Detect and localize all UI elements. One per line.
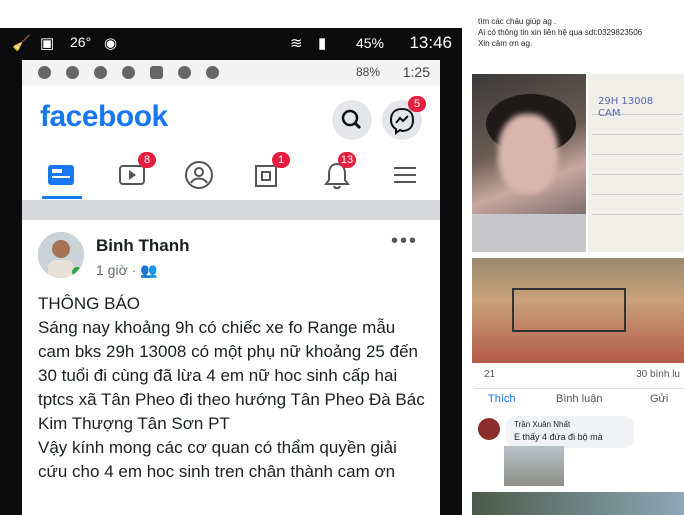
- share-button[interactable]: Gửi: [650, 393, 668, 405]
- image-icon: ▣: [40, 35, 55, 52]
- post-text: THÔNG BÁO Sáng nay khoảng 9h có chiếc xe…: [38, 294, 425, 481]
- chrome-icon: [66, 66, 79, 79]
- comment-photo[interactable]: [504, 446, 564, 486]
- post-options-button[interactable]: •••: [391, 230, 418, 253]
- active-tab-indicator: [42, 196, 82, 199]
- facebook-tab-bar: 8 1 13: [22, 148, 440, 200]
- shared-post-screenshot: tìm các cháu giúp ag . Ai có thông tin x…: [468, 0, 684, 515]
- hamburger-menu-icon: [394, 167, 416, 183]
- tab-watch[interactable]: 8: [116, 152, 156, 192]
- messenger-badge: 5: [408, 96, 426, 112]
- comment-count[interactable]: 30 bình lu: [636, 369, 680, 380]
- friends-audience-icon: 👥: [140, 262, 158, 278]
- avatar-photo: [38, 232, 84, 278]
- target-icon: ◉: [104, 35, 118, 52]
- feed-separator: [22, 200, 440, 220]
- comment-button[interactable]: Bình luận: [556, 393, 602, 405]
- pages-badge: 1: [272, 152, 290, 168]
- chrome-icon: [178, 66, 191, 79]
- shared-text-line: Ai có thông tin xin liên hệ qua sdt:0329…: [478, 28, 643, 37]
- clock: 13:46: [409, 33, 452, 52]
- commenter-name[interactable]: Trần Xuân Nhất: [514, 420, 570, 429]
- news-feed-icon: [48, 165, 74, 185]
- wifi-icon: ≋: [290, 35, 303, 52]
- handwritten-note: 29H 13008 CAM: [598, 96, 654, 119]
- facebook-logo[interactable]: facebook: [40, 100, 168, 134]
- shared-text-line: tìm các cháu giúp ag .: [478, 17, 557, 26]
- commenter-avatar[interactable]: [478, 418, 500, 440]
- tab-news-feed[interactable]: [44, 158, 78, 192]
- inner-battery-percent: 88%: [355, 65, 380, 79]
- notification-icon: [38, 66, 51, 79]
- search-icon: [341, 109, 362, 130]
- battery-percent: 45%: [355, 35, 384, 51]
- feed-post: Binh Thanh 1 giờ · 👥 ••• THÔNG BÁO Sáng …: [22, 220, 440, 515]
- reaction-stats: 21 30 bình lu: [474, 366, 684, 386]
- broom-icon: 🧹: [12, 35, 31, 52]
- inner-clock: 1:25: [402, 64, 430, 80]
- youtube-icon: [150, 66, 163, 79]
- post-actions-bar: Thích Bình luận Gửi: [474, 388, 684, 409]
- outer-status-bar: 🧹 ▣ 26° ◉ ≋ ▮ 45% 13:46: [0, 28, 462, 58]
- shared-text-line: Xin cảm ơn ag.: [478, 39, 533, 48]
- tab-pages[interactable]: 1: [250, 152, 290, 192]
- video-badge: 8: [138, 152, 156, 168]
- comment-text: E thấy 4 đứa đi bộ mà: [514, 432, 603, 442]
- post-time-label: 1 giờ ·: [96, 262, 141, 278]
- bottom-photo[interactable]: [472, 492, 684, 515]
- tab-profile[interactable]: [182, 158, 216, 192]
- girl-photo-blurred[interactable]: [472, 74, 586, 252]
- tab-notifications[interactable]: 13: [320, 152, 356, 192]
- avatar[interactable]: [38, 232, 84, 278]
- temperature-label: 26°: [70, 34, 92, 50]
- tab-menu[interactable]: [388, 158, 422, 192]
- comment-bubble: Trần Xuân Nhất E thấy 4 đứa đi bộ mà: [506, 416, 634, 448]
- chrome-icon: [122, 66, 135, 79]
- reaction-count[interactable]: 21: [484, 369, 495, 380]
- shared-post-text: tìm các cháu giúp ag . Ai có thông tin x…: [478, 16, 682, 49]
- profile-icon: [185, 161, 213, 189]
- search-button[interactable]: [332, 100, 372, 140]
- post-timestamp: 1 giờ · 👥: [96, 262, 158, 279]
- phone-screenshot: 🧹 ▣ 26° ◉ ≋ ▮ 45% 13:46 88% 1:25 faceboo…: [0, 28, 462, 515]
- post-author[interactable]: Binh Thanh: [96, 236, 189, 256]
- chrome-icon: [206, 66, 219, 79]
- facebook-app-screen: 88% 1:25 facebook 5 8 1 13 Binh Thanh 1 …: [22, 60, 440, 515]
- notebook-photo[interactable]: 29H 13008 CAM: [588, 74, 684, 252]
- inner-status-bar: 88% 1:25: [22, 60, 440, 86]
- notifications-badge: 13: [338, 152, 356, 168]
- messenger-button[interactable]: 5: [382, 96, 426, 140]
- signal-icon: ▮: [318, 35, 327, 52]
- facebook-header: facebook 5: [22, 86, 440, 148]
- like-button[interactable]: Thích: [488, 393, 516, 405]
- chrome-icon: [94, 66, 107, 79]
- yard-photo[interactable]: [472, 258, 684, 363]
